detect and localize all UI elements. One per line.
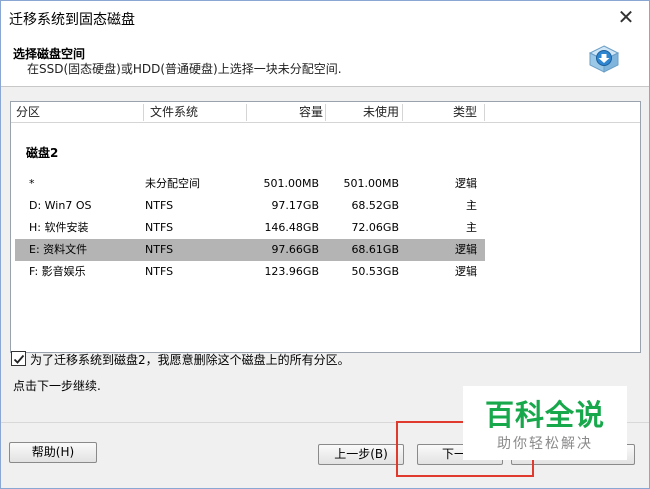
cell-filesystem: NTFS: [145, 243, 174, 256]
cell-free: 501.00MB: [343, 177, 399, 190]
watermark-title: 百科全说: [484, 398, 605, 432]
wizard-header: 选择磁盘空间 在SSD(固态硬盘)或HDD(普通硬盘)上选择一块未分配空间.: [1, 35, 649, 87]
column-header-capacity[interactable]: 容量: [247, 102, 323, 123]
disk-group-label: 磁盘2: [26, 146, 59, 160]
disk-download-icon: [588, 45, 620, 73]
cell-capacity: 97.17GB: [271, 199, 319, 212]
table-row[interactable]: * 未分配空间 501.00MB 501.00MB 逻辑: [15, 173, 485, 195]
help-button[interactable]: 帮助(H): [9, 442, 97, 463]
cell-type: 主: [466, 199, 477, 212]
close-icon[interactable]: ✕: [615, 6, 637, 28]
back-button[interactable]: 上一步(B): [318, 444, 404, 465]
cell-filesystem: NTFS: [145, 265, 174, 278]
cell-partition: H: 软件安装: [29, 221, 89, 234]
column-header-filesystem[interactable]: 文件系统: [150, 102, 198, 123]
table-row[interactable]: D: Win7 OS NTFS 97.17GB 68.52GB 主: [15, 195, 485, 217]
window-title: 迁移系统到固态磁盘: [9, 12, 135, 28]
column-separator[interactable]: [484, 104, 485, 121]
header-subtitle: 在SSD(固态硬盘)或HDD(普通硬盘)上选择一块未分配空间.: [27, 62, 342, 76]
cell-capacity: 146.48GB: [264, 221, 319, 234]
watermark-subtitle: 助你轻松解决: [497, 436, 593, 452]
cell-filesystem: NTFS: [145, 199, 174, 212]
cell-partition: *: [29, 177, 35, 190]
title-bar: 迁移系统到固态磁盘 ✕: [1, 1, 649, 35]
table-row[interactable]: F: 影音娱乐 NTFS 123.96GB 50.53GB 逻辑: [15, 261, 485, 283]
cell-partition: F: 影音娱乐: [29, 265, 86, 278]
migrate-os-dialog: 迁移系统到固态磁盘 ✕ 选择磁盘空间 在SSD(固态硬盘)或HDD(普通硬盘)上…: [0, 0, 650, 489]
cell-type: 逻辑: [455, 177, 477, 190]
column-header-free[interactable]: 未使用: [327, 102, 399, 123]
cell-filesystem: 未分配空间: [145, 177, 200, 190]
cell-free: 68.61GB: [351, 243, 399, 256]
watermark: 百科全说 助你轻松解决: [463, 386, 627, 460]
cell-capacity: 123.96GB: [264, 265, 319, 278]
cell-filesystem: NTFS: [145, 221, 174, 234]
cell-type: 主: [466, 221, 477, 234]
cell-free: 50.53GB: [351, 265, 399, 278]
partition-list[interactable]: 分区 文件系统 容量 未使用 类型 磁盘2 * 未分配空间 501.00MB 5…: [10, 101, 641, 353]
confirm-delete-checkbox[interactable]: [11, 351, 26, 366]
table-row-selected[interactable]: E: 资料文件 NTFS 97.66GB 68.61GB 逻辑: [15, 239, 485, 261]
column-separator[interactable]: [325, 104, 326, 121]
column-header-partition[interactable]: 分区: [16, 102, 40, 123]
table-row[interactable]: H: 软件安装 NTFS 146.48GB 72.06GB 主: [15, 217, 485, 239]
list-header: 分区 文件系统 容量 未使用 类型: [11, 102, 640, 123]
cell-type: 逻辑: [455, 243, 477, 256]
cell-free: 68.52GB: [351, 199, 399, 212]
cell-capacity: 97.66GB: [271, 243, 319, 256]
cell-partition: E: 资料文件: [29, 243, 88, 256]
checkmark-icon: [13, 354, 25, 364]
cell-capacity: 501.00MB: [263, 177, 319, 190]
cell-free: 72.06GB: [351, 221, 399, 234]
cell-partition: D: Win7 OS: [29, 199, 92, 212]
column-header-type[interactable]: 类型: [403, 102, 477, 123]
continue-hint: 点击下一步继续.: [13, 379, 101, 393]
confirm-delete-label[interactable]: 为了迁移系统到磁盘2，我愿意删除这个磁盘上的所有分区。: [30, 351, 350, 368]
cell-type: 逻辑: [455, 265, 477, 278]
column-separator[interactable]: [143, 104, 144, 121]
